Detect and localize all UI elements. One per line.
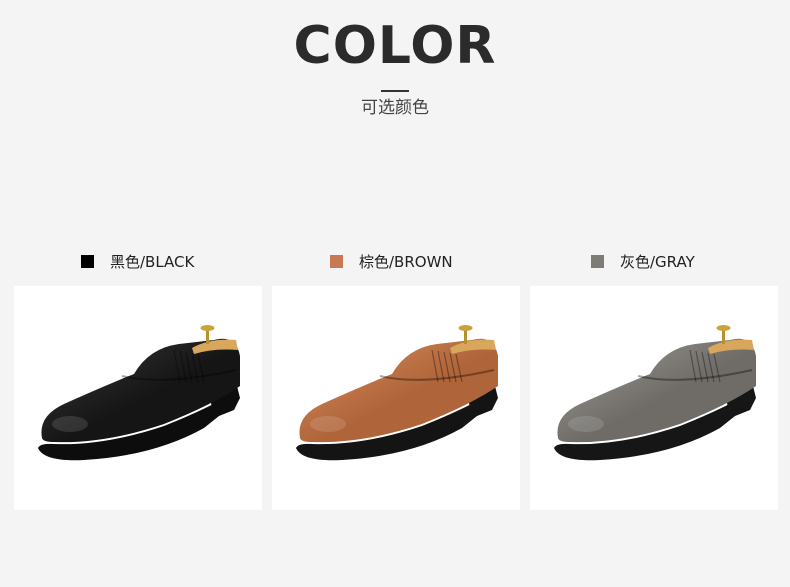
shoe-tree-stem: [464, 330, 467, 344]
toe-highlight: [310, 416, 346, 432]
shoe-tree-stem: [206, 330, 209, 344]
color-label-gray: 灰色/GRAY: [620, 252, 695, 271]
color-option-gray[interactable]: 灰色/GRAY: [591, 250, 695, 272]
color-label-black: 黑色/BLACK: [110, 252, 195, 271]
toe-highlight: [568, 416, 604, 432]
title-divider: [381, 90, 409, 92]
shoe-image-brown: [296, 325, 498, 461]
page-title: COLOR: [293, 16, 497, 76]
shoe-tree-knob: [458, 325, 473, 331]
color-option-black[interactable]: 黑色/BLACK: [81, 250, 194, 272]
product-card-black[interactable]: [14, 286, 262, 510]
shoe-image-gray: [554, 325, 756, 461]
brown-swatch: [330, 254, 343, 268]
black-swatch: [81, 254, 94, 268]
color-label-brown: 棕色/BROWN: [359, 252, 453, 271]
product-card-brown[interactable]: [272, 286, 520, 510]
product-card-gray[interactable]: [530, 286, 778, 510]
gray-swatch: [591, 254, 604, 268]
shoe-tree-knob: [716, 325, 731, 331]
shoe-image-black: [38, 325, 240, 461]
shoe-tree-stem: [722, 330, 725, 344]
color-option-brown[interactable]: 棕色/BROWN: [330, 250, 453, 272]
page-subtitle: 可选颜色: [361, 98, 429, 118]
shoe-tree-knob: [200, 325, 215, 331]
toe-highlight: [52, 416, 88, 432]
